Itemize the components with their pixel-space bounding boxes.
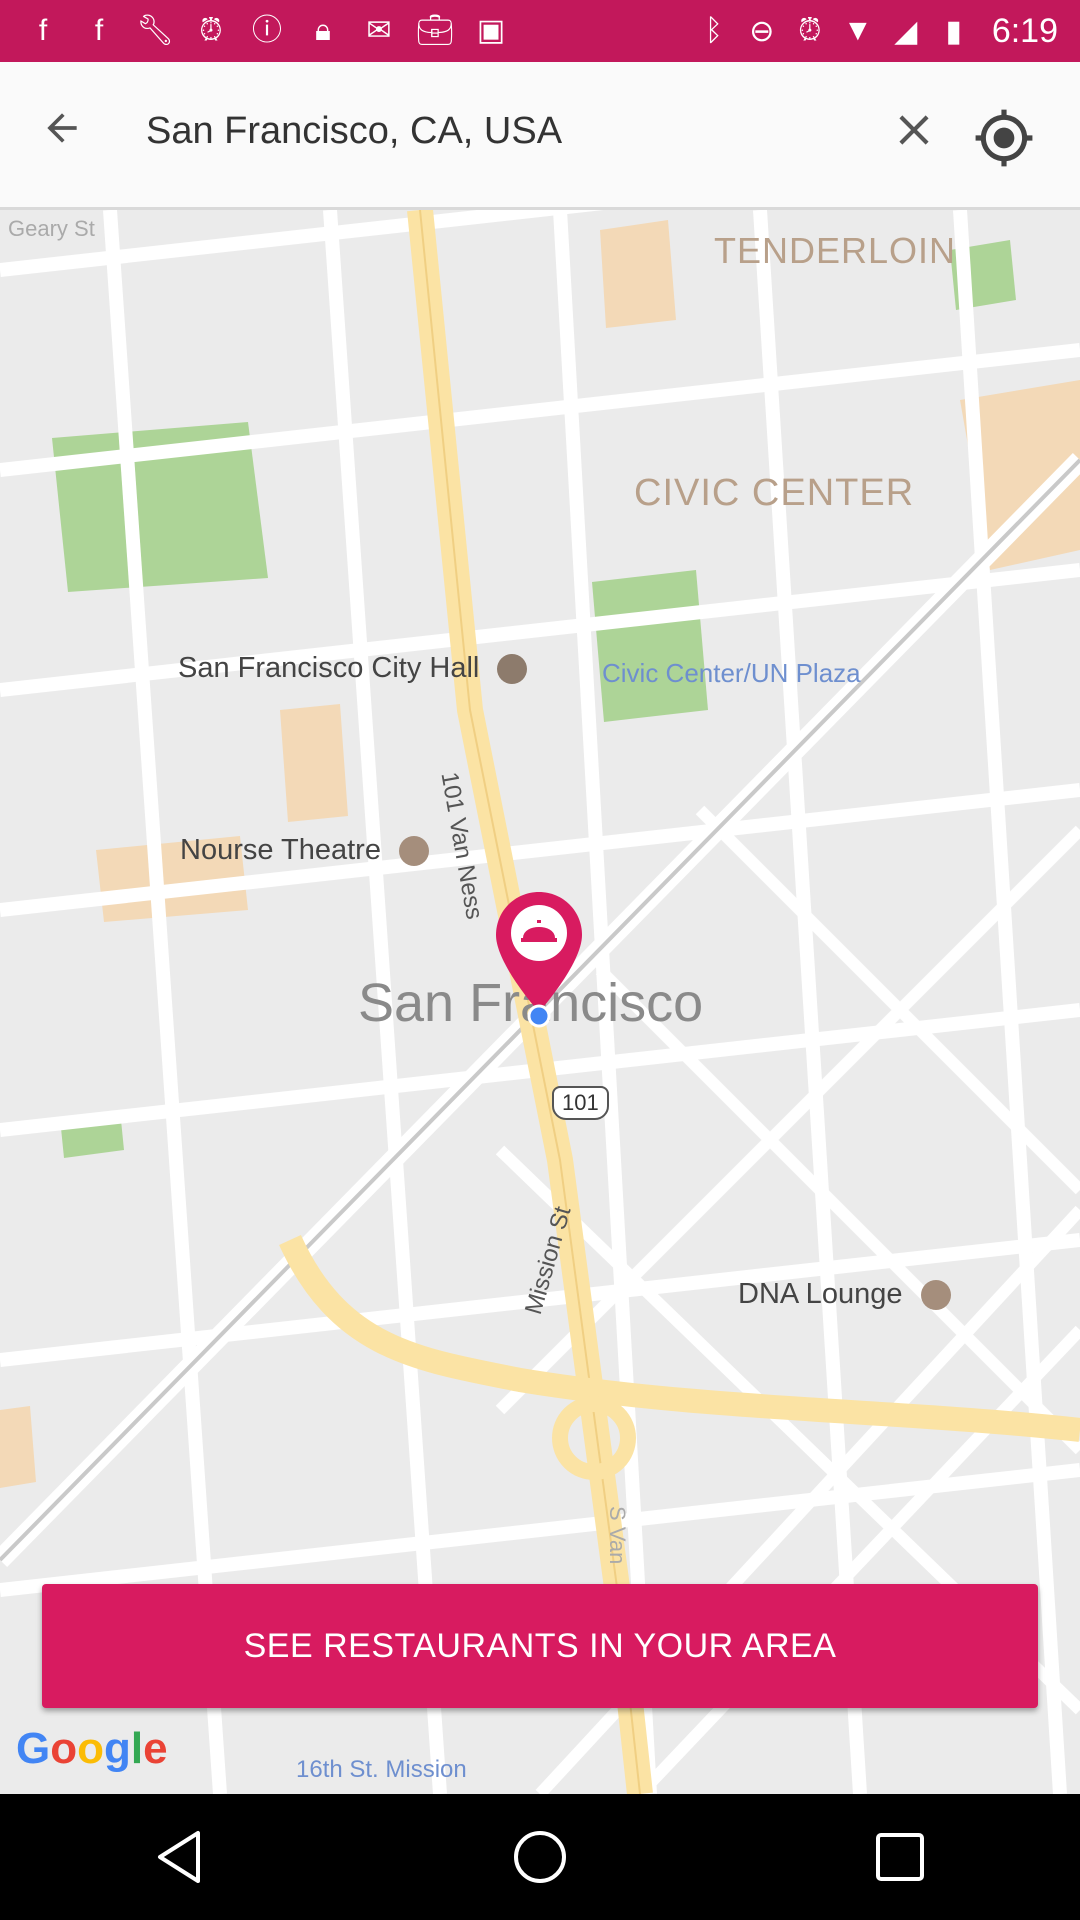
logo-letter: o: [50, 1724, 78, 1773]
nav-home-button[interactable]: [500, 1817, 580, 1897]
street-label: S Van: [605, 1506, 630, 1565]
bluetooth-icon: ᛒ: [704, 14, 723, 47]
building-area: [0, 1406, 36, 1488]
poi-name: DNA Lounge: [738, 1278, 903, 1310]
wifi-icon: ▼: [842, 14, 873, 47]
transit-station-label: 16th St. Mission: [296, 1756, 467, 1783]
landmark-icon: [497, 654, 528, 685]
square-recents-icon: [876, 1833, 924, 1881]
logo-letter: G: [16, 1724, 51, 1773]
nav-recents-button[interactable]: [860, 1817, 940, 1897]
building-area: [280, 704, 348, 822]
alarm-icon: ⏰︎: [199, 14, 223, 47]
circle-home-icon: [514, 1831, 566, 1883]
back-button[interactable]: [30, 96, 94, 160]
wrench-icon: 🔧︎: [136, 14, 175, 47]
info-icon: ⓘ: [252, 14, 282, 47]
status-bar: f f 🔧︎ ⏰︎ ⓘ 🔒︎ ✉︎ 💼︎ ▣ ᛒ ⊖ ⏰︎ ▼ ◢ ▮ 6:19: [0, 0, 1080, 62]
poi-label: San Francisco City Hall: [178, 652, 528, 685]
facebook-icon: f: [38, 14, 48, 47]
transit-station-label: Civic Center/UN Plaza: [602, 658, 861, 688]
park-area: [592, 570, 708, 722]
logo-letter: g: [104, 1724, 131, 1773]
arrow-left-icon: [47, 113, 77, 143]
map-pin-icon: [496, 892, 582, 1028]
system-navigation-bar: [0, 1794, 1080, 1920]
nav-back-button[interactable]: [140, 1817, 220, 1897]
notification-icons: f f 🔧︎ ⏰︎ ⓘ 🔒︎ ✉︎ 💼︎ ▣: [0, 0, 510, 62]
neighborhood-label: TENDERLOIN: [714, 230, 957, 271]
neighborhood-label: CIVIC CENTER: [634, 472, 915, 514]
clock: 6:19: [991, 11, 1058, 50]
search-app-bar: [0, 62, 1080, 210]
my-location-button[interactable]: [968, 102, 1040, 174]
lock-icon: 🔒︎: [315, 14, 331, 47]
inbox-icon: ✉︎: [366, 14, 392, 47]
theatre-icon: [399, 836, 430, 867]
system-icons: ᛒ ⊖ ⏰︎ ▼ ◢ ▮ 6:19: [698, 12, 1080, 51]
briefcase-icon: 💼︎: [416, 14, 455, 47]
location-search-input[interactable]: [146, 110, 866, 153]
triangle-back-icon: [158, 1831, 200, 1883]
alarm-icon: ⏰︎: [798, 14, 822, 47]
poi-name: Nourse Theatre: [180, 834, 381, 866]
building-area: [600, 220, 676, 328]
logo-letter: l: [130, 1724, 144, 1773]
see-restaurants-button[interactable]: SEE RESTAURANTS IN YOUR AREA: [42, 1584, 1038, 1708]
map-view[interactable]: Geary St TENDERLOIN CIVIC CENTER San Fra…: [0, 210, 1080, 1794]
logo-letter: o: [77, 1724, 105, 1773]
street-label: Geary St: [8, 216, 95, 241]
restaurant-location-pin[interactable]: [494, 890, 584, 1030]
poi-name: San Francisco City Hall: [178, 652, 480, 684]
my-location-icon: [975, 109, 1033, 167]
poi-label: DNA Lounge: [738, 1278, 951, 1311]
highway-shield: 101: [552, 1086, 609, 1120]
facebook-icon: f: [94, 14, 104, 47]
clear-search-button[interactable]: [882, 98, 946, 162]
close-icon: [899, 115, 929, 145]
venue-icon: [920, 1280, 951, 1311]
dnd-icon: ⊖: [749, 14, 775, 48]
signal-icon: ◢: [894, 14, 918, 48]
poi-label: Nourse Theatre: [180, 834, 430, 867]
battery-icon: ▮: [945, 14, 963, 48]
robot-icon: ▣: [476, 14, 506, 47]
google-logo: Google: [16, 1724, 168, 1774]
logo-letter: e: [143, 1724, 168, 1773]
